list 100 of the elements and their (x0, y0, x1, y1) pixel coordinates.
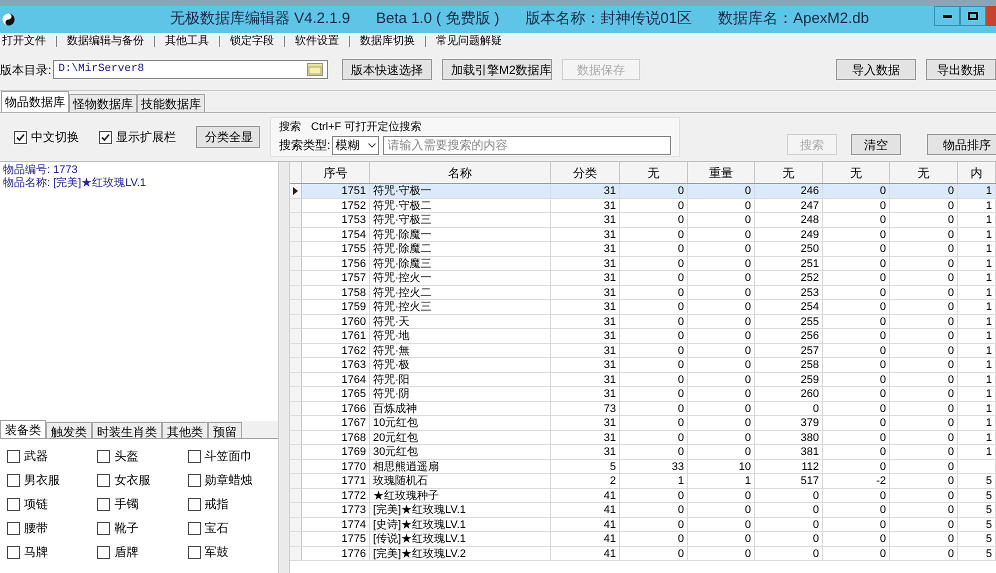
table-row[interactable]: 1775 [传说]★红玫瑰LV.1 41 0 0 0 0 0 5 (290, 532, 996, 546)
row-header-cell[interactable] (290, 474, 302, 488)
checkbox[interactable] (7, 546, 20, 558)
checkbox[interactable] (188, 474, 201, 486)
checkbox[interactable] (97, 474, 110, 486)
row-header-cell[interactable] (290, 358, 302, 372)
menu-item[interactable]: 数据编辑与备份 (67, 32, 144, 50)
table-row[interactable]: 1771 玫瑰随机石 2 1 1 517 -2 0 5 (290, 474, 996, 488)
table-row[interactable]: 1770 相思熊逍遥扇 5 33 10 112 0 0 (290, 460, 996, 474)
category-tab[interactable]: 触发类 (46, 422, 92, 438)
table-row[interactable]: 1761 符咒·地 31 0 0 256 0 0 1 (290, 329, 996, 344)
folder-icon[interactable] (307, 63, 324, 76)
checkbox[interactable] (97, 450, 110, 462)
minimize-button[interactable] (934, 6, 960, 26)
table-row[interactable]: 1755 符咒·除魔二 31 0 0 250 0 0 1 (290, 242, 996, 256)
tab[interactable]: 技能数据库 (137, 94, 205, 112)
category-tab[interactable]: 装备类 (0, 420, 46, 438)
row-header-cell[interactable] (290, 271, 302, 284)
row-header-cell[interactable] (290, 184, 302, 198)
row-header-cell[interactable] (290, 242, 302, 256)
table-row[interactable]: 1752 符咒·守极二 31 0 0 247 0 0 1 (290, 198, 996, 213)
checkbox[interactable] (188, 450, 201, 462)
row-header-cell[interactable] (290, 460, 302, 473)
scrollbar[interactable] (278, 162, 290, 573)
table-row[interactable]: 1764 符咒·阳 31 0 0 259 0 0 1 (290, 372, 996, 387)
search-field[interactable]: 请输入需要搜索的内容 (382, 136, 671, 155)
column-header[interactable]: 无 (755, 162, 823, 183)
row-header-cell[interactable] (290, 445, 302, 458)
table-row[interactable]: 1767 10元红包 31 0 0 379 0 0 1 (290, 416, 996, 430)
table-row[interactable]: 1772 ★红玫瑰种子 41 0 0 0 0 0 5 (290, 488, 996, 503)
row-header-cell[interactable] (290, 372, 302, 386)
category-tab[interactable]: 其他类 (162, 422, 208, 438)
row-header-cell[interactable] (290, 256, 302, 270)
row-header-cell[interactable] (290, 314, 302, 328)
tab[interactable]: 物品数据库 (1, 91, 69, 112)
row-header-cell[interactable] (290, 546, 302, 560)
row-header-cell[interactable] (290, 402, 302, 415)
category-tab[interactable]: 预留 (208, 422, 242, 438)
row-header-cell[interactable] (290, 198, 302, 212)
table-row[interactable]: 1757 符咒·控火一 31 0 0 252 0 0 1 (290, 271, 996, 286)
checkbox[interactable] (97, 546, 110, 558)
checkbox[interactable] (188, 498, 201, 510)
table-row[interactable]: 1758 符咒·控火二 31 0 0 253 0 0 1 (290, 286, 996, 300)
table-row[interactable]: 1756 符咒·除魔三 31 0 0 251 0 0 1 (290, 256, 996, 271)
column-header[interactable]: 分类 (551, 162, 620, 183)
column-header[interactable]: 重量 (688, 162, 755, 183)
table-row[interactable]: 1753 符咒·守极三 31 0 0 248 0 0 1 (290, 213, 996, 228)
toolbar-button[interactable]: 导出数据 (926, 59, 996, 80)
checkbox[interactable] (97, 522, 110, 534)
path-field[interactable]: D:\MirServer8 (53, 60, 328, 79)
checkbox[interactable] (188, 522, 201, 534)
row-header-cell[interactable] (290, 228, 302, 241)
checkbox[interactable] (7, 498, 20, 510)
table-row[interactable]: 1763 符咒·极 31 0 0 258 0 0 1 (290, 358, 996, 372)
toolbar-button[interactable]: 清空 (851, 134, 901, 155)
table-row[interactable]: 1773 [完美]★红玫瑰LV.1 41 0 0 0 0 0 5 (290, 503, 996, 518)
checkbox[interactable] (188, 546, 201, 558)
table-row[interactable]: 1766 百炼成神 73 0 0 0 0 0 1 (290, 402, 996, 416)
checkbox[interactable] (7, 450, 20, 462)
menu-item[interactable]: 软件设置 (295, 32, 339, 50)
table-row[interactable]: 1774 [史诗]★红玫瑰LV.1 41 0 0 0 0 0 5 (290, 518, 996, 532)
row-header-cell[interactable] (290, 503, 302, 516)
row-header-cell[interactable] (290, 286, 302, 299)
row-header-cell[interactable] (290, 329, 302, 342)
row-header-cell[interactable] (290, 532, 302, 546)
search-type-dropdown[interactable]: 模糊 (332, 136, 379, 155)
table-row[interactable]: 1754 符咒·除魔一 31 0 0 249 0 0 1 (290, 228, 996, 242)
column-header[interactable]: 无 (823, 162, 890, 183)
column-header[interactable]: 无 (620, 162, 688, 183)
table-row[interactable]: 1769 30元红包 31 0 0 381 0 0 1 (290, 445, 996, 460)
tab[interactable]: 怪物数据库 (69, 94, 137, 112)
row-header-cell[interactable] (290, 300, 302, 314)
row-header-cell[interactable] (290, 387, 302, 400)
table-row[interactable]: 1776 [完美]★红玫瑰LV.2 41 0 0 0 0 0 5 (290, 546, 996, 561)
toolbar-button[interactable]: 物品排序 (927, 134, 996, 155)
table-row[interactable]: 1768 20元红包 31 0 0 380 0 0 1 (290, 430, 996, 445)
toolbar-button[interactable]: 导入数据 (836, 59, 916, 80)
column-header[interactable]: 序号 (302, 162, 370, 183)
row-header-cell[interactable] (290, 213, 302, 226)
category-tab[interactable]: 时装生肖类 (92, 422, 162, 438)
table-row[interactable]: 1759 符咒·控火三 31 0 0 254 0 0 1 (290, 300, 996, 314)
menu-item[interactable]: 常见问题解疑 (436, 32, 502, 50)
row-header-cell[interactable] (290, 430, 302, 444)
menu-item[interactable]: 数据库切换 (360, 32, 415, 50)
maximize-button[interactable] (960, 6, 986, 26)
table-row[interactable]: 1765 符咒·阴 31 0 0 260 0 0 1 (290, 387, 996, 402)
row-header-cell[interactable] (290, 344, 302, 357)
toolbar-button[interactable]: 分类全显 (196, 126, 260, 148)
toolbar-button[interactable]: 加载引擎M2数据库 (442, 59, 552, 80)
checkbox[interactable] (7, 522, 20, 534)
menu-item[interactable]: 其他工具 (165, 32, 209, 50)
checkbox[interactable] (99, 130, 112, 144)
table-row[interactable]: 1762 符咒·無 31 0 0 257 0 0 1 (290, 344, 996, 358)
column-header[interactable]: 无 (890, 162, 958, 183)
checkbox[interactable] (7, 474, 20, 486)
column-header[interactable]: 内 (958, 162, 996, 183)
checkbox[interactable] (14, 130, 27, 144)
table-row[interactable]: 1751 符咒·守极一 31 0 0 246 0 0 1 (290, 184, 996, 198)
checkbox[interactable] (97, 498, 110, 510)
menu-item[interactable]: 打开文件 (2, 32, 46, 50)
